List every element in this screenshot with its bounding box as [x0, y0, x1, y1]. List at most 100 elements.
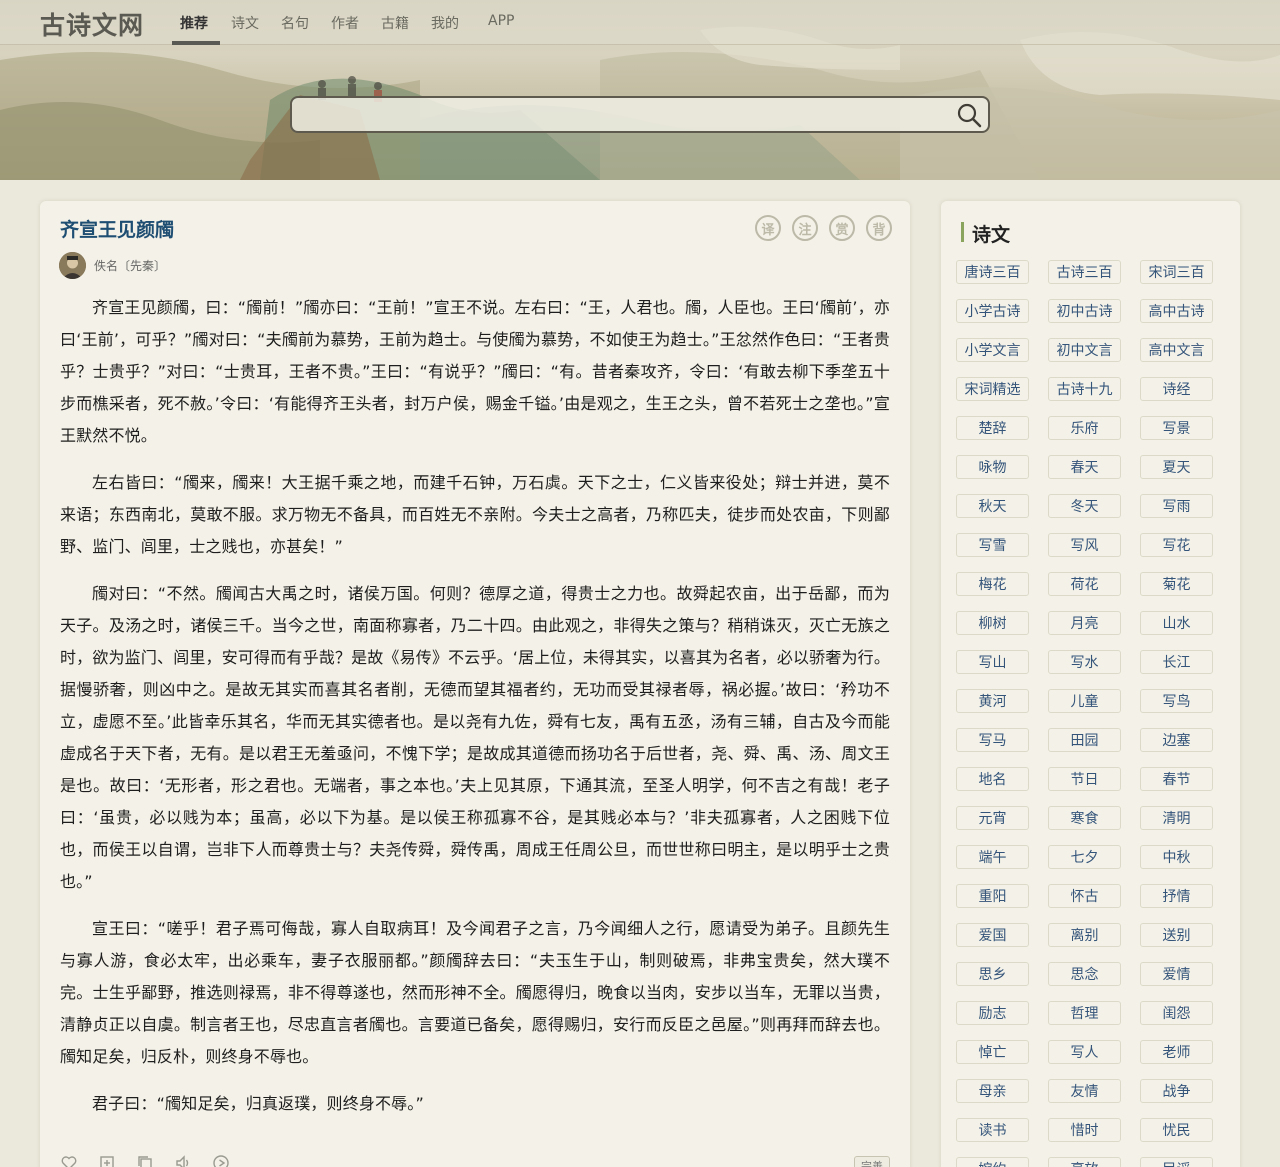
- poem-title[interactable]: 齐宣王见颜斶: [60, 215, 174, 242]
- category-tag[interactable]: 古诗十九: [1048, 377, 1121, 401]
- category-tag[interactable]: 读书: [956, 1118, 1029, 1142]
- nav-item-authors[interactable]: 作者: [331, 13, 359, 33]
- nav-item-famous-lines[interactable]: 名句: [281, 13, 309, 33]
- audio-icon[interactable]: [174, 1154, 192, 1167]
- category-tag[interactable]: 爱国: [956, 923, 1029, 947]
- author-avatar[interactable]: [59, 252, 86, 279]
- author-name[interactable]: 佚名〔先秦〕: [94, 257, 166, 274]
- category-tag[interactable]: 民谣: [1140, 1157, 1213, 1167]
- category-tag[interactable]: 送别: [1140, 923, 1213, 947]
- category-tag[interactable]: 写鸟: [1140, 689, 1213, 713]
- category-tag[interactable]: 秋天: [956, 494, 1029, 518]
- category-tag[interactable]: 婉约: [956, 1157, 1029, 1167]
- category-tag[interactable]: 思念: [1048, 962, 1121, 986]
- category-tag[interactable]: 宋词三百: [1140, 260, 1213, 284]
- category-tag[interactable]: 边塞: [1140, 728, 1213, 752]
- category-tag[interactable]: 元宵: [956, 806, 1029, 830]
- category-tag[interactable]: 清明: [1140, 806, 1213, 830]
- category-tag[interactable]: 春节: [1140, 767, 1213, 791]
- category-tag[interactable]: 长江: [1140, 650, 1213, 674]
- category-tag[interactable]: 七夕: [1048, 845, 1121, 869]
- play-icon[interactable]: [212, 1154, 230, 1167]
- category-tag[interactable]: 高中文言: [1140, 338, 1213, 362]
- category-tag[interactable]: 写水: [1048, 650, 1121, 674]
- nav-item-ancient-books[interactable]: 古籍: [381, 13, 409, 33]
- category-tag[interactable]: 离别: [1048, 923, 1121, 947]
- category-tag[interactable]: 母亲: [956, 1079, 1029, 1103]
- category-tag[interactable]: 惜时: [1048, 1118, 1121, 1142]
- category-tag[interactable]: 战争: [1140, 1079, 1213, 1103]
- complete-button[interactable]: 完善: [854, 1156, 890, 1167]
- category-tag[interactable]: 古诗三百: [1048, 260, 1121, 284]
- category-tag[interactable]: 悼亡: [956, 1040, 1029, 1064]
- category-tag[interactable]: 黄河: [956, 689, 1029, 713]
- category-tag[interactable]: 端午: [956, 845, 1029, 869]
- category-tag[interactable]: 宋词精选: [956, 377, 1029, 401]
- copy-icon[interactable]: [136, 1154, 154, 1167]
- category-tag[interactable]: 写马: [956, 728, 1029, 752]
- category-tag[interactable]: 诗经: [1140, 377, 1213, 401]
- category-tag[interactable]: 乐府: [1048, 416, 1121, 440]
- category-tag[interactable]: 初中文言: [1048, 338, 1121, 362]
- category-tag[interactable]: 荷花: [1048, 572, 1121, 596]
- category-tag[interactable]: 儿童: [1048, 689, 1121, 713]
- category-tag[interactable]: 爱情: [1140, 962, 1213, 986]
- poem-body: 齐宣王见颜斶，曰：“斶前！”斶亦曰：“王前！”宣王不说。左右曰：“王，人君也。斶…: [60, 292, 890, 1135]
- category-tag[interactable]: 闺怨: [1140, 1001, 1213, 1025]
- category-tag[interactable]: 抒情: [1140, 884, 1213, 908]
- category-tag[interactable]: 梅花: [956, 572, 1029, 596]
- category-tag[interactable]: 写花: [1140, 533, 1213, 557]
- category-tag[interactable]: 重阳: [956, 884, 1029, 908]
- category-tag[interactable]: 写人: [1048, 1040, 1121, 1064]
- category-tag[interactable]: 写雪: [956, 533, 1029, 557]
- search-input[interactable]: [290, 96, 990, 133]
- category-tag[interactable]: 山水: [1140, 611, 1213, 635]
- category-tag[interactable]: 冬天: [1048, 494, 1121, 518]
- category-tag[interactable]: 怀古: [1048, 884, 1121, 908]
- heart-icon[interactable]: [60, 1154, 78, 1167]
- category-tag[interactable]: 写景: [1140, 416, 1213, 440]
- nav-item-mine[interactable]: 我的: [431, 13, 459, 33]
- poem-card: 齐宣王见颜斶 译 注 赏 背 佚名〔先秦〕 齐宣王见颜斶，曰：“斶前！”斶亦曰：…: [40, 201, 910, 1167]
- category-tag[interactable]: 思乡: [956, 962, 1029, 986]
- category-tag[interactable]: 田园: [1048, 728, 1121, 752]
- annotate-button[interactable]: 注: [792, 215, 818, 241]
- category-tag[interactable]: 豪放: [1048, 1157, 1121, 1167]
- nav-item-app[interactable]: APP: [488, 13, 514, 29]
- category-tag[interactable]: 地名: [956, 767, 1029, 791]
- category-tag[interactable]: 柳树: [956, 611, 1029, 635]
- category-tag[interactable]: 初中古诗: [1048, 299, 1121, 323]
- category-tag[interactable]: 哲理: [1048, 1001, 1121, 1025]
- category-tag[interactable]: 写山: [956, 650, 1029, 674]
- category-tag-grid: 唐诗三百 古诗三百 宋词三百小学古诗 初中古诗 高中古诗小学文言 初中文言 高中文言宋词精选…: [956, 260, 1232, 1167]
- edit-icon[interactable]: [98, 1154, 116, 1167]
- category-tag[interactable]: 写风: [1048, 533, 1121, 557]
- nav-item-poems[interactable]: 诗文: [231, 13, 259, 33]
- site-logo[interactable]: 古诗文网: [40, 6, 144, 42]
- category-tag[interactable]: 励志: [956, 1001, 1029, 1025]
- translate-button[interactable]: 译: [755, 215, 781, 241]
- category-tag[interactable]: 夏天: [1140, 455, 1213, 479]
- search-icon[interactable]: [955, 101, 983, 129]
- category-tag[interactable]: 月亮: [1048, 611, 1121, 635]
- category-tag[interactable]: 节日: [1048, 767, 1121, 791]
- poem-paragraph: 左右皆曰：“斶来，斶来！大王据千乘之地，而建千石钟，万石虡。天下之士，仁义皆来役…: [60, 473, 890, 556]
- appreciate-button[interactable]: 赏: [829, 215, 855, 241]
- category-tag[interactable]: 写雨: [1140, 494, 1213, 518]
- category-tag[interactable]: 寒食: [1048, 806, 1121, 830]
- nav-item-recommend[interactable]: 推荐: [180, 13, 208, 33]
- category-tag[interactable]: 老师: [1140, 1040, 1213, 1064]
- category-tag[interactable]: 春天: [1048, 455, 1121, 479]
- category-tag[interactable]: 高中古诗: [1140, 299, 1213, 323]
- category-tag[interactable]: 菊花: [1140, 572, 1213, 596]
- category-tag[interactable]: 友情: [1048, 1079, 1121, 1103]
- category-tag[interactable]: 中秋: [1140, 845, 1213, 869]
- category-tag[interactable]: 小学文言: [956, 338, 1029, 362]
- poem-paragraph: 宣王曰：“嗟乎！君子焉可侮哉，寡人自取病耳！及今闻君子之言，乃今闻细人之行，愿请…: [60, 919, 890, 1066]
- category-tag[interactable]: 唐诗三百: [956, 260, 1029, 284]
- category-tag[interactable]: 咏物: [956, 455, 1029, 479]
- category-tag[interactable]: 楚辞: [956, 416, 1029, 440]
- category-tag[interactable]: 忧民: [1140, 1118, 1213, 1142]
- recite-button[interactable]: 背: [866, 215, 892, 241]
- category-tag[interactable]: 小学古诗: [956, 299, 1029, 323]
